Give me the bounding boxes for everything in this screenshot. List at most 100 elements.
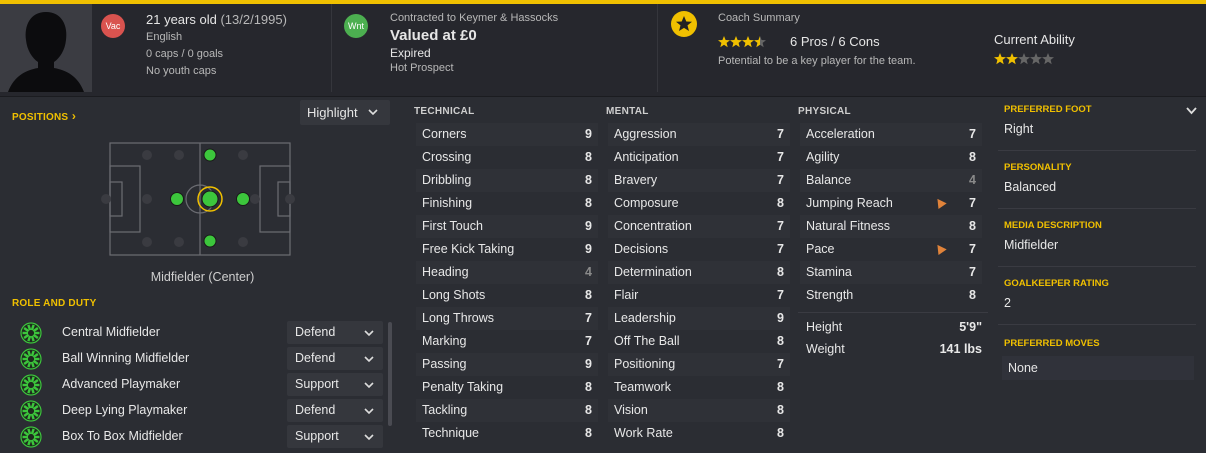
duty-dropdown[interactable]: Support xyxy=(287,425,383,448)
media-section: MEDIA DESCRIPTION Midfielder xyxy=(998,214,1196,267)
player-dob: (13/2/1995) xyxy=(220,12,287,27)
positions-link[interactable]: POSITIONS › xyxy=(12,108,76,123)
attribute-row: Decisions 7 xyxy=(608,238,790,261)
attribute-value: 7 xyxy=(969,127,976,141)
attribute-value: 7 xyxy=(777,173,784,187)
role-suitability-icon xyxy=(20,348,42,370)
physical-header: PHYSICAL xyxy=(798,106,851,117)
contract-text: Contracted to Keymer & Hassocks xyxy=(390,12,559,24)
player-nationality: English xyxy=(146,31,183,43)
attribute-name: Agility xyxy=(806,150,840,164)
role-row[interactable]: Ball Winning Midfielder Defend xyxy=(12,346,383,372)
ability-stars-rating xyxy=(994,52,1056,69)
attribute-value: 7 xyxy=(777,150,784,164)
player-age-line: 21 years old (13/2/1995) xyxy=(146,12,287,27)
coach-summary-title: Coach Summary xyxy=(718,12,800,24)
player-avatar xyxy=(0,4,92,92)
chevron-down-icon xyxy=(364,382,374,389)
attribute-value: 8 xyxy=(585,426,592,440)
attribute-row: Leadership 9 xyxy=(608,307,790,330)
personality-value: Balanced xyxy=(1004,180,1057,194)
height-row: Height 5'9" xyxy=(800,316,988,339)
attribute-row: Flair 7 xyxy=(608,284,790,307)
attribute-value: 8 xyxy=(777,426,784,440)
attribute-value: 8 xyxy=(969,288,976,302)
duty-dropdown[interactable]: Support xyxy=(287,373,383,396)
attribute-value: 7 xyxy=(969,242,976,256)
attribute-value: 4 xyxy=(969,173,976,187)
role-row[interactable]: Deep Lying Playmaker Defend xyxy=(12,398,383,424)
attribute-row: Stamina 7 xyxy=(800,261,982,284)
current-ability-label: Current Ability xyxy=(994,32,1075,47)
attribute-row: Agility 8 xyxy=(800,146,982,169)
attribute-value: 9 xyxy=(585,357,592,371)
pitch-diagram xyxy=(101,142,295,256)
highlight-dropdown[interactable]: Highlight xyxy=(300,100,390,125)
silhouette-icon xyxy=(0,4,92,92)
attribute-name: Bravery xyxy=(614,173,658,187)
player-value: Valued at £0 xyxy=(390,27,477,44)
attribute-row: Passing 9 xyxy=(416,353,598,376)
personality-label: PERSONALITY xyxy=(1004,162,1072,173)
attribute-row: Strength 8 xyxy=(800,284,982,307)
attribute-value: 8 xyxy=(585,173,592,187)
attribute-name: Work Rate xyxy=(614,426,673,440)
chevron-down-icon xyxy=(364,356,374,363)
duty-dropdown[interactable]: Defend xyxy=(287,347,383,370)
attribute-name: Crossing xyxy=(422,150,472,164)
attribute-value: 7 xyxy=(585,334,592,348)
duty-dropdown[interactable]: Defend xyxy=(287,399,383,422)
attribute-value: 9 xyxy=(585,242,592,256)
preferred-moves-value: None xyxy=(1008,361,1038,375)
weight-row: Weight 141 lbs xyxy=(800,338,988,361)
attribute-row: Anticipation 7 xyxy=(608,146,790,169)
attribute-name: First Touch xyxy=(422,219,483,233)
attribute-row: Acceleration 7 xyxy=(800,123,982,146)
role-list-scrollbar[interactable] xyxy=(388,322,392,426)
attribute-row: Vision 8 xyxy=(608,399,790,422)
attribute-name: Marking xyxy=(422,334,467,348)
attribute-name: Heading xyxy=(422,265,469,279)
attribute-row: Dribbling 8 xyxy=(416,169,598,192)
attribute-name: Determination xyxy=(614,265,692,279)
attribute-row: Heading 4 xyxy=(416,261,598,284)
chevron-down-icon xyxy=(368,109,378,116)
attribute-name: Dribbling xyxy=(422,173,472,187)
attribute-name: Acceleration xyxy=(806,127,875,141)
role-suitability-icon xyxy=(20,426,42,448)
attribute-row: Crossing 8 xyxy=(416,146,598,169)
attribute-name: Balance xyxy=(806,173,852,187)
role-row[interactable]: Box To Box Midfielder Support xyxy=(12,424,383,450)
position-name: Midfielder (Center) xyxy=(150,270,255,284)
attribute-row: Bravery 7 xyxy=(608,169,790,192)
pros-cons: 6 Pros / 6 Cons xyxy=(790,34,880,49)
attribute-row: Pace 7 xyxy=(800,238,982,261)
attribute-value: 7 xyxy=(777,219,784,233)
attribute-value: 8 xyxy=(777,403,784,417)
potential-text: Potential to be a key player for the tea… xyxy=(718,55,916,67)
role-name: Ball Winning Midfielder xyxy=(62,351,190,365)
gk-rating-section: GOALKEEPER RATING 2 xyxy=(998,272,1196,325)
coach-stars-rating xyxy=(718,35,774,52)
attribute-name: Off The Ball xyxy=(614,334,680,348)
attribute-row: Corners 9 xyxy=(416,123,598,146)
wnt-badge: Wnt xyxy=(344,14,368,38)
attribute-name: Concentration xyxy=(614,219,692,233)
role-row[interactable]: Advanced Playmaker Support xyxy=(12,372,383,398)
attribute-value: 7 xyxy=(969,265,976,279)
attribute-value: 8 xyxy=(777,265,784,279)
attribute-name: Corners xyxy=(422,127,467,141)
chevron-down-icon[interactable] xyxy=(1186,107,1197,115)
attribute-name: Pace xyxy=(806,242,835,256)
attribute-name: Long Shots xyxy=(422,288,486,302)
attribute-value: 4 xyxy=(585,265,592,279)
duty-dropdown[interactable]: Defend xyxy=(287,321,383,344)
attribute-row: Marking 7 xyxy=(416,330,598,353)
preferred-foot-section: PREFERRED FOOT Right xyxy=(998,98,1196,151)
duty-value: Support xyxy=(295,377,339,391)
attribute-name: Positioning xyxy=(614,357,676,371)
attribute-row: Finishing 8 xyxy=(416,192,598,215)
role-row[interactable]: Central Midfielder Defend xyxy=(12,320,383,346)
attribute-value: 8 xyxy=(969,150,976,164)
duty-value: Defend xyxy=(295,351,336,365)
